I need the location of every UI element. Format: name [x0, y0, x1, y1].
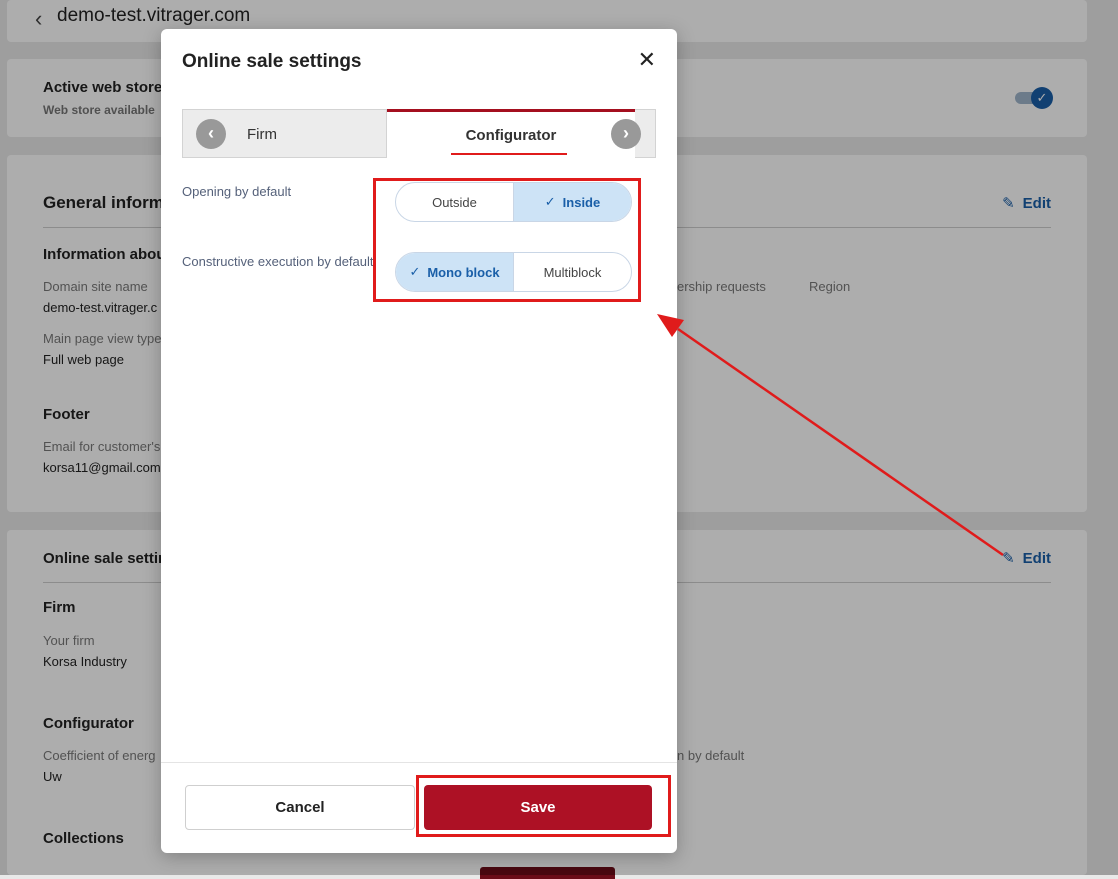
footer-divider	[161, 762, 677, 763]
modal-title: Online sale settings	[182, 51, 362, 72]
tab-firm-label: Firm	[247, 126, 277, 143]
cancel-button[interactable]: Cancel	[185, 785, 415, 830]
constructive-execution-label: Constructive execution by default	[182, 254, 374, 269]
chevron-right-icon[interactable]: ›	[611, 119, 641, 149]
tab-configurator-label: Configurator	[465, 127, 557, 144]
annotation-box-save	[416, 775, 671, 837]
annotation-box-options	[373, 178, 641, 302]
cancel-button-label: Cancel	[275, 799, 325, 816]
chevron-left-icon[interactable]: ‹	[196, 119, 226, 149]
tab-bar: Firm Configurator ‹ ›	[182, 109, 656, 160]
opening-default-label: Opening by default	[182, 184, 292, 199]
close-icon[interactable]: ✕	[638, 49, 656, 71]
online-sale-settings-modal: Online sale settings ✕ Firm Configurator…	[161, 29, 677, 853]
annotation-underline	[451, 153, 567, 155]
